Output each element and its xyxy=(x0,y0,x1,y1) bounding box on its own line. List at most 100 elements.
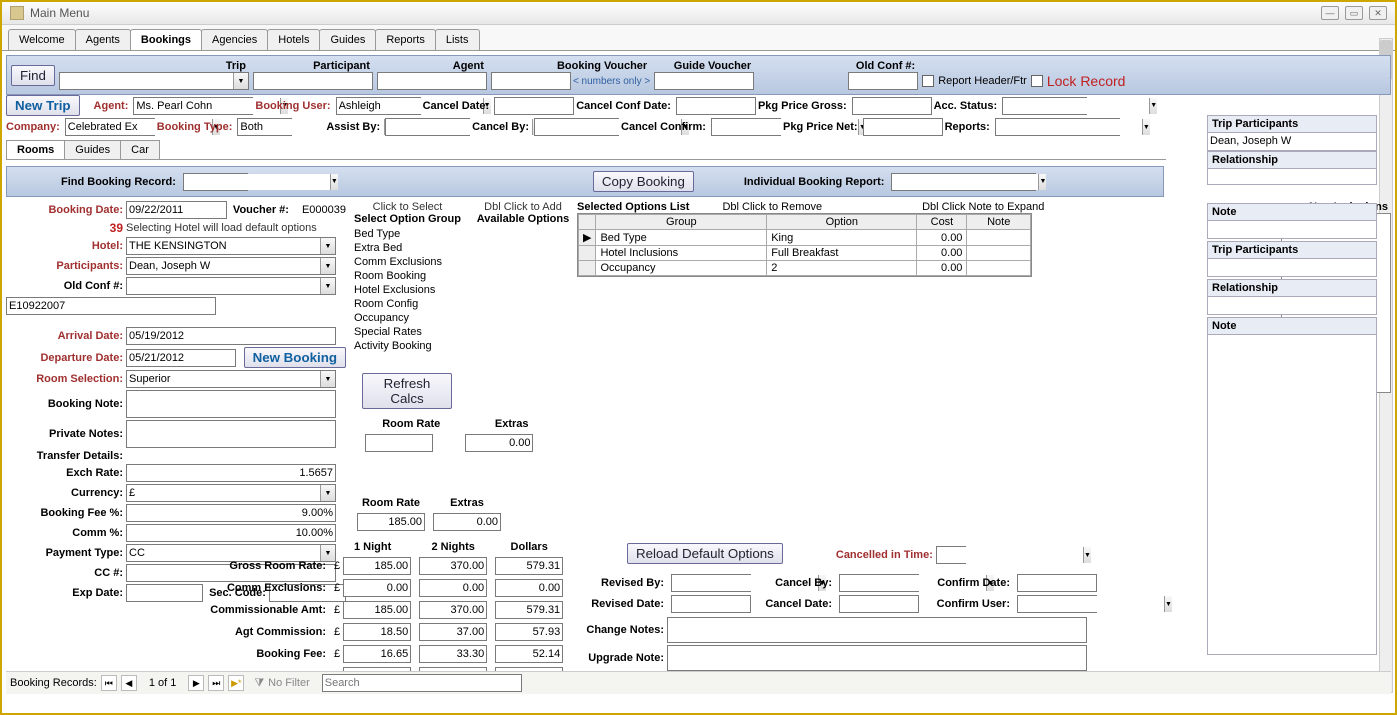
subtab-rooms[interactable]: Rooms xyxy=(6,140,65,159)
reports-combo[interactable]: ▼ xyxy=(995,118,1120,136)
room-rate-val[interactable] xyxy=(357,513,425,531)
extras-input[interactable] xyxy=(465,434,533,452)
cancel-by-combo2[interactable]: ▼ xyxy=(839,574,919,592)
cancelled-in-time-combo[interactable]: ▼ xyxy=(936,546,966,564)
gross-dol[interactable] xyxy=(495,557,563,575)
chevron-down-icon[interactable]: ▼ xyxy=(233,73,248,89)
chevron-down-icon[interactable]: ▼ xyxy=(320,485,335,501)
nav-new[interactable]: ▶* xyxy=(228,675,244,691)
table-row[interactable]: ▶Bed TypeKing0.00 xyxy=(579,230,1031,246)
report-header-checkbox[interactable] xyxy=(922,75,934,87)
tab-hotels[interactable]: Hotels xyxy=(267,29,320,50)
chevron-down-icon[interactable]: ▼ xyxy=(320,278,335,294)
revised-by-combo[interactable]: ▼ xyxy=(671,574,751,592)
cancel-confirm-combo[interactable]: ▼ xyxy=(711,118,781,136)
option-occupancy[interactable]: Occupancy xyxy=(354,311,461,325)
trip-combo[interactable]: ▼ xyxy=(59,72,249,90)
option-activity-booking[interactable]: Activity Booking xyxy=(354,339,461,353)
gross-1n[interactable] xyxy=(343,557,411,575)
revised-date-input[interactable] xyxy=(671,595,751,613)
upgrade-note-input[interactable] xyxy=(667,645,1087,671)
old-conf-value[interactable] xyxy=(6,297,216,315)
camt-2n[interactable] xyxy=(419,601,487,619)
departure-input[interactable] xyxy=(126,349,236,367)
option-room-config[interactable]: Room Config xyxy=(354,297,461,311)
cancel-by-combo[interactable]: ▼ xyxy=(534,118,619,136)
tab-agents[interactable]: Agents xyxy=(75,29,131,50)
minimize-button[interactable]: — xyxy=(1321,6,1339,20)
exch-rate-input[interactable] xyxy=(126,464,336,482)
booking-note-input[interactable] xyxy=(126,390,336,418)
private-notes-input[interactable] xyxy=(126,420,336,448)
agent-combo[interactable]: ▼ xyxy=(133,97,253,115)
currency-combo[interactable]: ▼ xyxy=(126,484,336,502)
chevron-down-icon[interactable]: ▼ xyxy=(1149,98,1157,114)
participants-combo[interactable]: ▼ xyxy=(126,257,336,275)
copy-booking-button[interactable]: Copy Booking xyxy=(593,171,694,192)
nav-next[interactable]: ▶ xyxy=(188,675,204,691)
acc-status-combo[interactable]: ▼ xyxy=(1002,97,1087,115)
cancel-date-input[interactable] xyxy=(494,97,574,115)
tab-reports[interactable]: Reports xyxy=(375,29,436,50)
agt-1n[interactable] xyxy=(343,623,411,641)
camt-1n[interactable] xyxy=(343,601,411,619)
commex-1n[interactable] xyxy=(343,579,411,597)
pkg-gross-input[interactable] xyxy=(852,97,932,115)
tab-lists[interactable]: Lists xyxy=(435,29,480,50)
booking-date-input[interactable] xyxy=(126,201,227,219)
option-extra-bed[interactable]: Extra Bed xyxy=(354,241,461,255)
chevron-down-icon[interactable]: ▼ xyxy=(330,174,338,190)
hotel-combo[interactable]: ▼ xyxy=(126,237,336,255)
tab-guides[interactable]: Guides xyxy=(319,29,376,50)
confirm-user-combo[interactable]: ▼ xyxy=(1017,595,1097,613)
booking-user-combo[interactable]: ▼ xyxy=(336,97,421,115)
exp-date-input[interactable] xyxy=(126,584,203,602)
subtab-guides[interactable]: Guides xyxy=(64,140,121,159)
chevron-down-icon[interactable]: ▼ xyxy=(1083,547,1091,563)
chevron-down-icon[interactable]: ▼ xyxy=(1038,174,1046,190)
nav-last[interactable]: ⏭ xyxy=(208,675,224,691)
chevron-down-icon[interactable]: ▼ xyxy=(320,371,335,387)
tab-bookings[interactable]: Bookings xyxy=(130,29,202,50)
nav-prev[interactable]: ◀ xyxy=(121,675,137,691)
booking-fee-pct-input[interactable] xyxy=(126,504,336,522)
refresh-calcs-button[interactable]: Refresh Calcs xyxy=(362,373,452,409)
subtab-car[interactable]: Car xyxy=(120,140,160,159)
company-combo[interactable]: ▼ xyxy=(65,118,155,136)
old-conf-input[interactable] xyxy=(848,72,918,90)
search-input[interactable] xyxy=(322,674,522,692)
table-row[interactable]: Hotel InclusionsFull Breakfast0.00 xyxy=(579,246,1031,261)
commex-2n[interactable] xyxy=(419,579,487,597)
extras-val[interactable] xyxy=(433,513,501,531)
pkg-net-input[interactable] xyxy=(863,118,943,136)
new-booking-button[interactable]: New Booking xyxy=(244,347,346,368)
bfee-dol[interactable] xyxy=(495,645,563,663)
booking-voucher-input[interactable] xyxy=(491,72,571,90)
maximize-button[interactable]: ▭ xyxy=(1345,6,1363,20)
agt-2n[interactable] xyxy=(419,623,487,641)
chevron-down-icon[interactable]: ▼ xyxy=(320,238,335,254)
close-button[interactable]: ✕ xyxy=(1369,6,1387,20)
chevron-down-icon[interactable]: ▼ xyxy=(1142,119,1150,135)
find-button[interactable]: Find xyxy=(11,65,55,86)
arrival-input[interactable] xyxy=(126,327,336,345)
guide-voucher-input[interactable] xyxy=(654,72,754,90)
assist-by-combo[interactable]: ▼ xyxy=(385,118,470,136)
agent-find-input[interactable] xyxy=(377,72,487,90)
cancel-conf-date-input[interactable] xyxy=(676,97,756,115)
reload-default-options-button[interactable]: Reload Default Options xyxy=(627,543,783,564)
option-special-rates[interactable]: Special Rates xyxy=(354,325,461,339)
option-comm-exclusions[interactable]: Comm Exclusions xyxy=(354,255,461,269)
old-conf-combo[interactable]: ▼ xyxy=(126,277,336,295)
selected-options-grid[interactable]: GroupOptionCostNote ▶Bed TypeKing0.00 Ho… xyxy=(577,213,1032,277)
chevron-down-icon[interactable]: ▼ xyxy=(320,258,335,274)
confirm-date-input[interactable] xyxy=(1017,574,1097,592)
note-value-2[interactable] xyxy=(1207,335,1377,655)
room-rate-input[interactable] xyxy=(365,434,433,452)
room-selection-combo[interactable]: ▼ xyxy=(126,370,336,388)
tab-welcome[interactable]: Welcome xyxy=(8,29,76,50)
camt-dol[interactable] xyxy=(495,601,563,619)
option-bed-type[interactable]: Bed Type xyxy=(354,227,461,241)
bfee-2n[interactable] xyxy=(419,645,487,663)
participant-input[interactable] xyxy=(253,72,373,90)
